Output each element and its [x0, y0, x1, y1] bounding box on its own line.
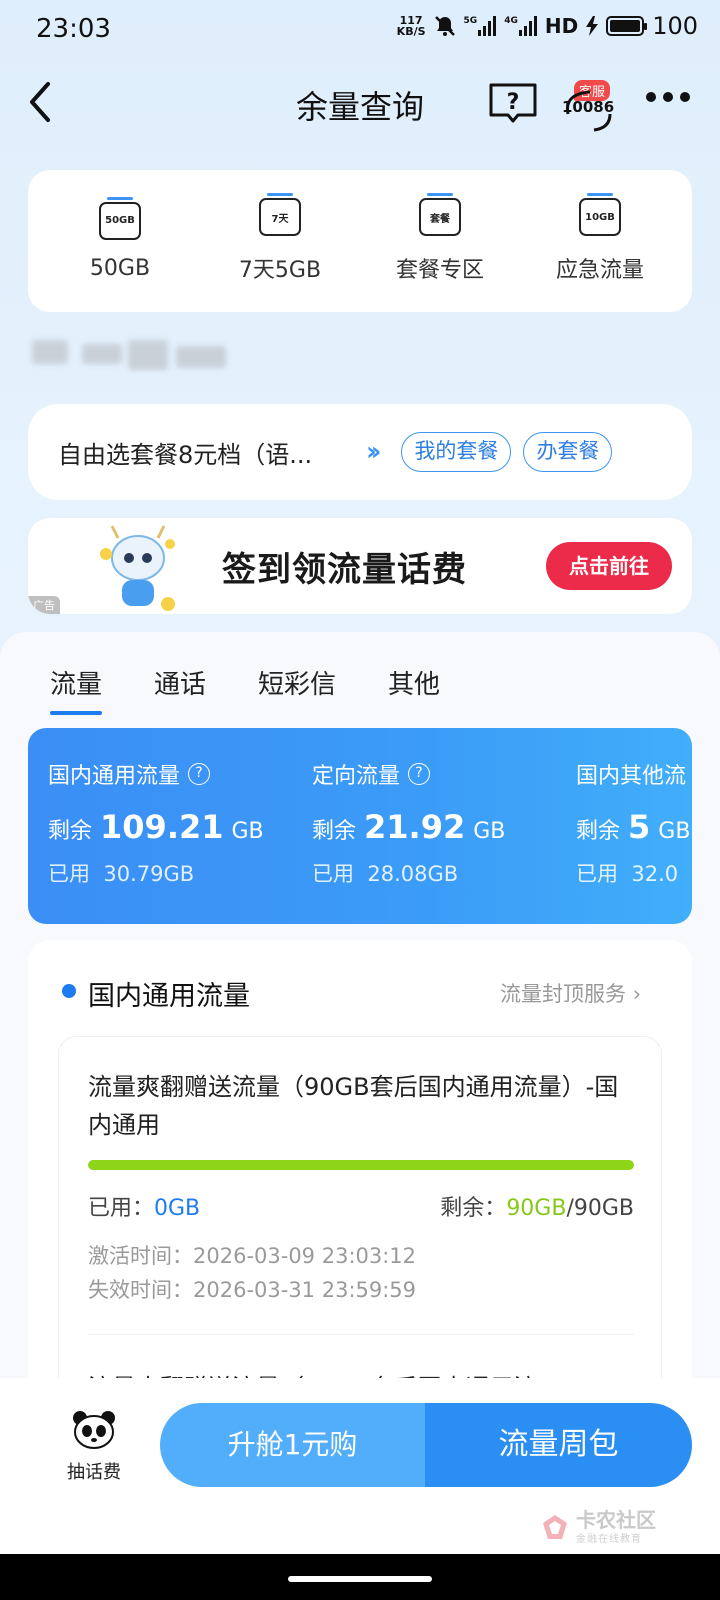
flow-remain-value: 21.92: [364, 808, 466, 846]
expire-time: 失效时间：2026-03-31 23:59:59: [88, 1278, 417, 1302]
flow-remain-value: 5: [628, 808, 651, 846]
chevron-right-icon: ›: [632, 982, 642, 1006]
tab-data[interactable]: 流量: [50, 664, 103, 715]
lottery-button[interactable]: 抽话费: [56, 1410, 132, 1484]
mute-bell-icon: [434, 16, 455, 36]
quick-entry-label: 套餐专区: [395, 258, 484, 283]
action-buttons: 升舱1元购 流量周包: [160, 1403, 692, 1487]
panda-icon: [73, 1411, 115, 1449]
help-circle-icon[interactable]: ?: [188, 763, 211, 785]
banner-go-button[interactable]: 点击前往: [546, 542, 672, 590]
upgrade-button[interactable]: 升舱1元购: [160, 1403, 425, 1487]
quick-entry-package-zone[interactable]: 套餐 套餐专区: [365, 193, 515, 284]
tab-sms[interactable]: 短彩信: [258, 664, 336, 713]
quick-entry-emergency[interactable]: 10GB 应急流量: [525, 193, 675, 284]
ad-label: 广告: [28, 596, 60, 614]
quick-entry-7day[interactable]: 7天 7天5GB: [205, 193, 355, 284]
signal-4g-icon: 4G: [504, 16, 537, 36]
flow-summary-directed[interactable]: 定向流量? 剩余 21.92 GB 已用 28.08GB: [312, 758, 505, 888]
double-chevron-icon: ››: [366, 437, 382, 467]
flow-used-value: 30.79GB: [103, 862, 195, 886]
quick-entry-label: 应急流量: [555, 258, 644, 283]
charging-icon: [586, 16, 599, 36]
section-dot: [62, 984, 76, 998]
cap-service-link[interactable]: 流量封顶服务 ›: [500, 978, 641, 1008]
my-package-button[interactable]: 我的套餐: [401, 432, 512, 472]
headset-icon: [565, 90, 612, 132]
signal-5g-icon: 5G: [464, 16, 497, 36]
hd-icon: HD: [544, 14, 579, 38]
lottery-label: 抽话费: [67, 1462, 121, 1483]
activate-time: 激活时间：2026-03-09 23:03:12: [88, 1244, 417, 1268]
flow-summary-other[interactable]: 国内其他流 剩余 5 GB 已用 32.0: [576, 758, 690, 888]
calendar-7day-icon: 7天: [259, 193, 301, 236]
status-time: 23:03: [36, 14, 111, 44]
package-name: 自由选套餐8元档（语...: [58, 440, 313, 469]
tab-other[interactable]: 其他: [388, 664, 440, 713]
calendar-50gb-icon: 50GB: [99, 196, 141, 240]
weekly-pack-button[interactable]: 流量周包: [425, 1403, 692, 1487]
quick-entry-card: 50GB 50GB 7天 7天5GB 套餐 套餐专区 10GB 应急流量: [28, 170, 692, 312]
flow-progress-bar: [88, 1160, 634, 1170]
banner-text: 签到领流量话费: [222, 550, 467, 590]
status-icons: 117 KB/S 5G 4G HD 100: [397, 12, 698, 40]
home-indicator[interactable]: [288, 1576, 432, 1582]
status-bar: 23:03 117 KB/S 5G 4G HD 100: [0, 0, 720, 60]
flow-title: 国内其他流: [576, 764, 687, 789]
flow-summary-domestic[interactable]: 国内通用流量? 剩余 109.21 GB 已用 30.79GB: [48, 758, 264, 888]
flow-item-used: 已用：0GB: [88, 1196, 201, 1221]
quick-entry-label: 50GB: [89, 255, 151, 281]
more-icon[interactable]: [646, 92, 690, 102]
order-package-button[interactable]: 办套餐: [523, 432, 613, 472]
flow-remain-value: 109.21: [100, 808, 224, 846]
customer-service-button[interactable]: 客服 10086: [560, 76, 620, 132]
network-speed: 117 KB/S: [396, 14, 426, 38]
battery-level: 100: [652, 12, 698, 40]
watermark: 卡农社区 金融在线教育: [540, 1510, 656, 1545]
blurred-phone-number: [20, 340, 250, 378]
help-circle-icon[interactable]: ?: [408, 763, 431, 785]
dragon-mascot-icon: [100, 525, 175, 611]
flow-title: 国内通用流量: [48, 764, 181, 789]
quick-entry-50gb[interactable]: 50GB 50GB: [45, 196, 195, 281]
tab-calls[interactable]: 通话: [154, 664, 206, 713]
flow-item-remain: 剩余：90GB/90GB: [440, 1196, 634, 1221]
checkin-banner[interactable]: 广告 签到领流量话费 点击前往: [28, 518, 692, 614]
kanong-logo-icon: [543, 1514, 567, 1539]
svg-text:?: ?: [507, 90, 520, 115]
flow-summary-card[interactable]: 国内通用流量? 剩余 109.21 GB 已用 30.79GB 定向流量? 剩余 21…: [28, 728, 692, 924]
flow-used-value: 28.08GB: [367, 862, 459, 886]
battery-icon: [606, 16, 648, 36]
package-row[interactable]: 自由选套餐8元档（语... ›› 我的套餐 办套餐: [28, 404, 692, 500]
flow-item-name: 流量爽翻赠送流量（90GB套后国内通用流量）-国内通用: [88, 1073, 619, 1139]
flow-title: 定向流量: [312, 764, 401, 789]
section-title: 国内通用流量: [88, 981, 250, 1012]
usage-tabs: 流量 通话 短彩信 其他: [50, 664, 440, 715]
quick-entry-label: 7天5GB: [238, 258, 322, 283]
divider: [88, 1334, 634, 1335]
calendar-10gb-icon: 10GB: [579, 193, 621, 236]
shopping-bag-icon: 套餐: [419, 193, 461, 236]
help-book-icon[interactable]: ?: [488, 82, 538, 124]
flow-used-value: 32.0: [631, 862, 679, 886]
